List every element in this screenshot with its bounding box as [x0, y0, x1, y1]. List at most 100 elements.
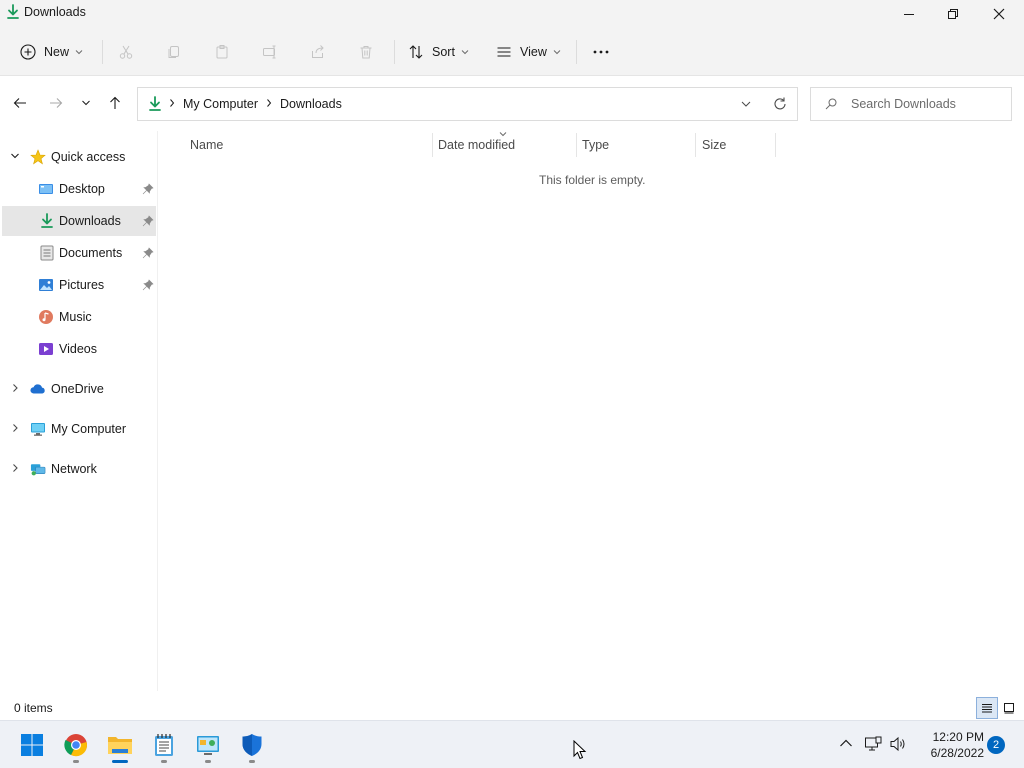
chevron-right-icon[interactable]	[10, 463, 20, 473]
paste-button[interactable]	[214, 40, 230, 64]
view-button[interactable]: View	[496, 40, 561, 64]
sidebar-item-videos[interactable]: Videos	[2, 334, 156, 364]
sidebar-item-desktop[interactable]: Desktop	[2, 174, 156, 204]
recent-locations-button[interactable]	[76, 93, 96, 113]
cut-button[interactable]	[118, 40, 134, 64]
sidebar-item-downloads[interactable]: Downloads	[2, 206, 156, 236]
share-button[interactable]	[310, 40, 326, 64]
share-icon	[312, 45, 324, 58]
minimize-button[interactable]	[886, 0, 932, 28]
taskbar-app-control-panel[interactable]	[188, 725, 228, 765]
pin-icon[interactable]	[142, 183, 154, 195]
chevron-right-icon[interactable]	[10, 423, 20, 433]
column-header-date-modified[interactable]: Date modified	[438, 138, 515, 152]
chevron-down-icon	[75, 50, 83, 55]
arrow-up-icon	[110, 96, 120, 109]
download-icon	[41, 213, 53, 228]
breadcrumb-downloads[interactable]: Downloads	[280, 97, 342, 111]
toolbar-divider	[576, 40, 577, 64]
videos-icon	[39, 343, 53, 355]
volume-icon[interactable]	[889, 735, 907, 753]
sort-button[interactable]: Sort	[408, 40, 469, 64]
documents-icon	[40, 245, 54, 261]
file-explorer-icon	[108, 737, 132, 754]
column-header-type[interactable]: Type	[582, 138, 609, 152]
chevron-down-icon[interactable]	[740, 98, 752, 110]
column-divider[interactable]	[432, 133, 433, 157]
pin-icon[interactable]	[142, 247, 154, 259]
rename-button[interactable]	[262, 40, 278, 64]
details-view-button[interactable]	[976, 697, 998, 719]
search-input[interactable]: Search Downloads	[851, 97, 956, 111]
file-list[interactable]: Name Date modified Type Size This folder…	[158, 131, 1024, 691]
sidebar-item-quick-access[interactable]: Quick access	[2, 142, 156, 172]
pin-icon[interactable]	[142, 279, 154, 291]
running-indicator	[161, 760, 167, 763]
taskbar: 12:20 PM 6/28/2022 2	[0, 720, 1024, 768]
sort-label: Sort	[432, 45, 455, 59]
trash-icon	[360, 46, 372, 59]
restore-button[interactable]	[930, 0, 976, 28]
more-options-button[interactable]	[592, 40, 610, 64]
empty-folder-message: This folder is empty.	[539, 173, 646, 187]
toolbar-divider	[394, 40, 395, 64]
sort-icon	[409, 45, 423, 59]
start-icon	[21, 734, 43, 756]
up-button[interactable]	[105, 93, 125, 113]
sort-indicator-icon	[499, 132, 507, 137]
more-icon	[593, 50, 609, 54]
sidebar-label: Pictures	[59, 278, 105, 292]
delete-button[interactable]	[358, 40, 374, 64]
network-tray-icon[interactable]	[864, 735, 882, 753]
taskbar-app-windows-security[interactable]	[232, 725, 272, 765]
clock[interactable]: 12:20 PM 6/28/2022	[914, 729, 984, 761]
chevron-down-icon[interactable]	[10, 151, 20, 161]
download-icon	[149, 96, 161, 111]
command-bar: New Sort View	[0, 28, 1024, 76]
column-header-size[interactable]: Size	[702, 138, 726, 152]
new-button[interactable]: New	[20, 40, 83, 64]
running-indicator	[205, 760, 211, 763]
chevron-down-icon	[553, 50, 561, 55]
column-divider[interactable]	[576, 133, 577, 157]
file-explorer-window: Downloads New Sort View My Computer Down…	[0, 0, 1024, 720]
window-title: Downloads	[24, 5, 86, 19]
sidebar-item-network[interactable]: Network	[2, 454, 156, 484]
taskbar-app-chrome[interactable]	[56, 725, 96, 765]
sidebar-item-documents[interactable]: Documents	[2, 238, 156, 268]
computer-icon	[31, 423, 45, 436]
title-bar[interactable]: Downloads	[0, 0, 1024, 28]
sidebar-item-my-computer[interactable]: My Computer	[2, 414, 156, 444]
new-label: New	[44, 45, 70, 59]
address-bar[interactable]: My Computer Downloads	[137, 87, 798, 121]
forward-button[interactable]	[46, 93, 66, 113]
taskbar-app-file-explorer[interactable]	[100, 725, 140, 765]
breadcrumb-my-computer[interactable]: My Computer	[183, 97, 258, 111]
start-button[interactable]	[12, 725, 52, 765]
arrow-right-icon	[50, 98, 63, 108]
tiles-view-button[interactable]	[998, 697, 1020, 719]
back-button[interactable]	[10, 93, 30, 113]
notification-badge[interactable]: 2	[987, 736, 1005, 754]
column-divider[interactable]	[695, 133, 696, 157]
chevron-up-icon[interactable]	[839, 738, 853, 748]
chevron-right-icon	[170, 99, 175, 107]
mouse-cursor-icon	[573, 740, 587, 760]
column-header-name[interactable]: Name	[190, 138, 223, 152]
column-divider[interactable]	[775, 133, 776, 157]
chevron-right-icon[interactable]	[10, 383, 20, 393]
pin-icon[interactable]	[142, 215, 154, 227]
control-panel-icon	[197, 736, 219, 755]
taskbar-app-notepad[interactable]	[144, 725, 184, 765]
sidebar-item-onedrive[interactable]: OneDrive	[2, 374, 156, 404]
close-button[interactable]	[976, 0, 1022, 28]
copy-button[interactable]	[166, 40, 182, 64]
notepad-icon	[155, 734, 173, 756]
sidebar-item-music[interactable]: Music	[2, 302, 156, 332]
clock-date: 6/28/2022	[930, 746, 984, 760]
sidebar-item-pictures[interactable]: Pictures	[2, 270, 156, 300]
search-box[interactable]: Search Downloads	[810, 87, 1012, 121]
sidebar-label: Videos	[59, 342, 97, 356]
refresh-icon[interactable]	[772, 96, 788, 112]
sidebar-label: Music	[59, 310, 92, 324]
